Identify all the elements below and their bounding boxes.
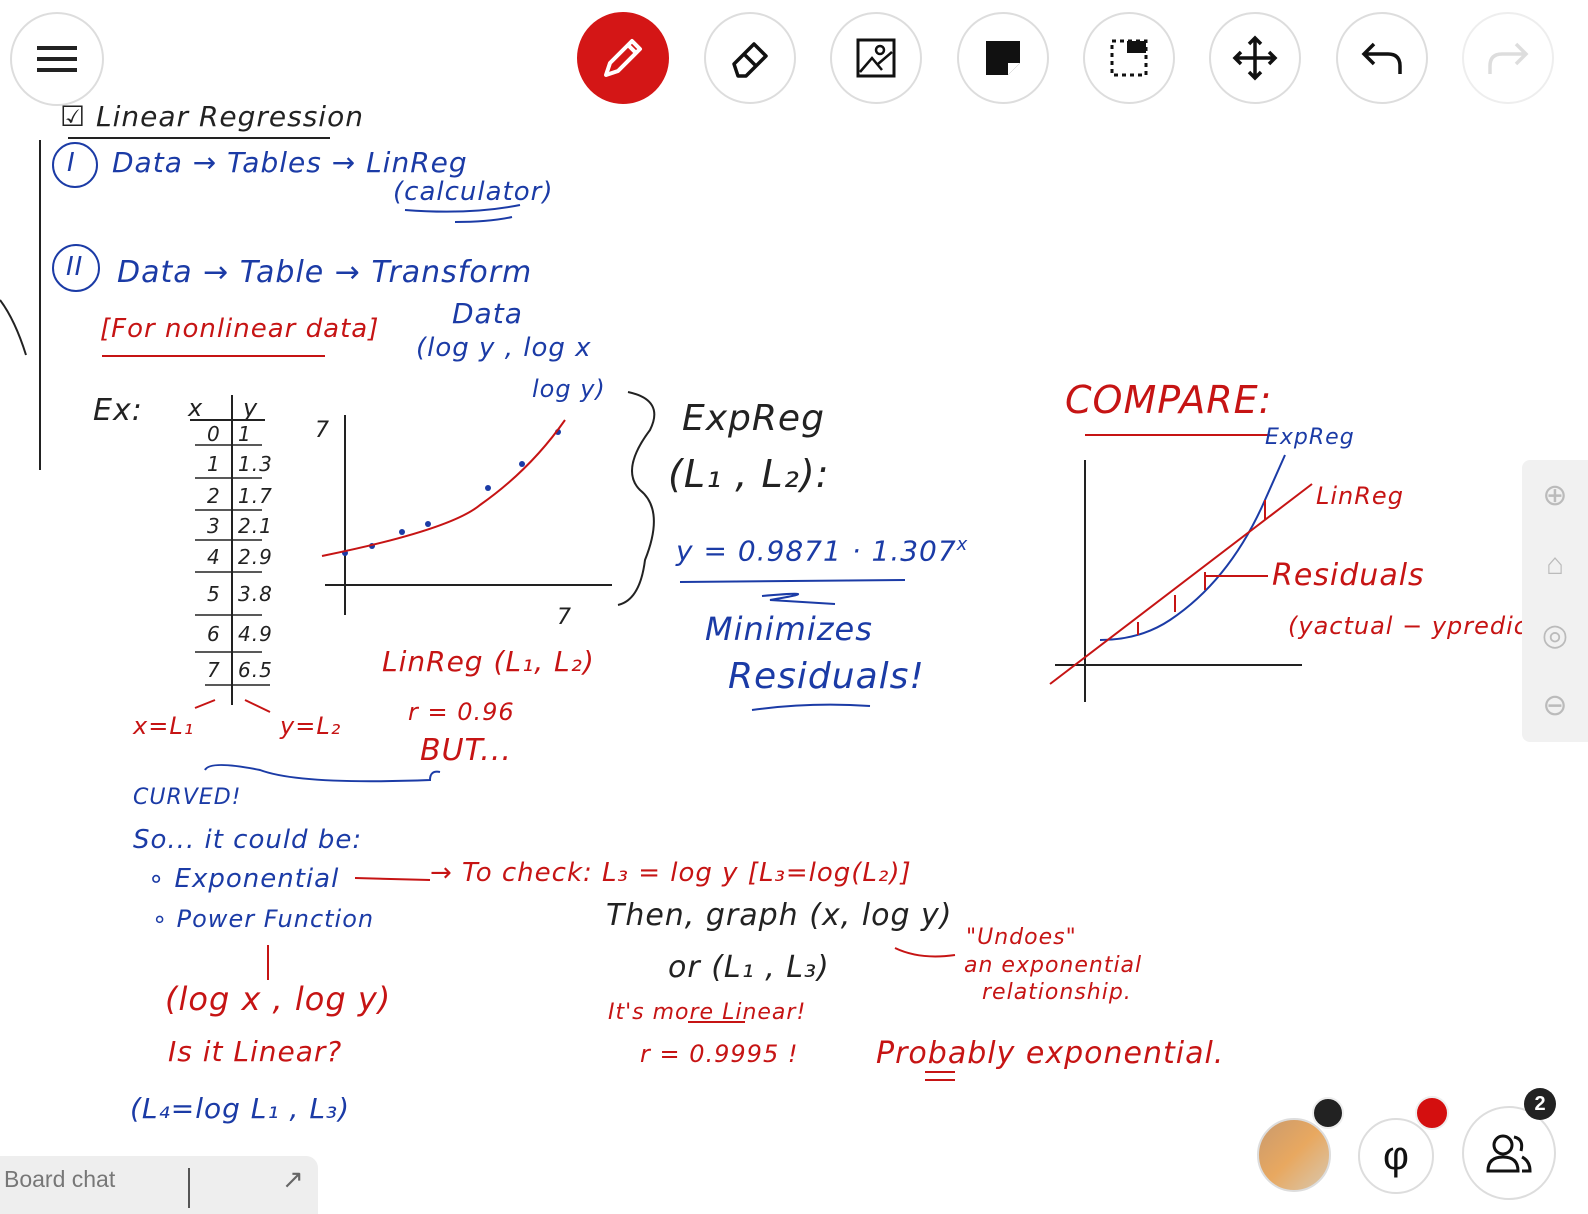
- linreg-label: LinReg (L₁, L₂): [382, 645, 595, 678]
- curved-label: CURVED!: [133, 785, 242, 810]
- stroke: [0, 299, 27, 356]
- note-logs2: log y): [532, 375, 606, 403]
- note-roman-1: I: [67, 148, 76, 178]
- expreg-args: (L₁ , L₂):: [668, 452, 830, 496]
- note-nonlinear: [For nonlinear data]: [100, 314, 380, 344]
- undoes-3: relationship.: [982, 980, 1132, 1005]
- table-cell-y: 3.8: [238, 582, 273, 606]
- notification-dot: [1415, 1096, 1449, 1130]
- zoom-reset-icon[interactable]: ◎: [1522, 600, 1588, 670]
- participants-button[interactable]: [1462, 1106, 1556, 1200]
- avatar[interactable]: [1257, 1118, 1331, 1192]
- expreg-curve: [1099, 454, 1286, 641]
- minimizes: Minimizes: [705, 610, 873, 648]
- compare-linreg-label: LinReg: [1316, 482, 1404, 510]
- note-logs: (log y , log x: [416, 333, 592, 363]
- users-icon: [1486, 1134, 1532, 1173]
- to-check: → To check: L₃ = log y [L₃=log(L₂)]: [430, 858, 912, 888]
- log-x-log-y: (log x , log y): [165, 980, 392, 1018]
- ex-label: Ex:: [93, 393, 143, 428]
- r-value-1: r = 0.96: [408, 698, 515, 726]
- then-graph: Then, graph (x, log y): [606, 898, 953, 933]
- probably-exponential: Probably exponential.: [876, 1036, 1225, 1071]
- note-roman-2: II: [66, 252, 84, 282]
- graph-y-tick: 7: [315, 418, 330, 443]
- more-linear: It's more Linear!: [608, 1000, 807, 1025]
- option-power: ∘ Power Function: [152, 905, 375, 933]
- table-cell-y: 2.1: [238, 514, 273, 538]
- option-exponential: ∘ Exponential: [148, 864, 340, 894]
- but-label: BUT...: [420, 733, 512, 768]
- r-value-2: r = 0.9995 !: [640, 1040, 799, 1068]
- table-cell-y: 1.3: [238, 452, 273, 476]
- or-l1-l3: or (L₁ , L₃): [668, 950, 830, 985]
- table-header-y: y: [243, 394, 259, 422]
- compare-expreg-label: ExpReg: [1265, 425, 1355, 450]
- graph-x-tick: 7: [557, 605, 572, 630]
- zoom-out-icon[interactable]: ⊖: [1522, 670, 1588, 740]
- brace: [617, 391, 656, 606]
- undoes-1: "Undoes": [966, 925, 1077, 950]
- curved-arrow: [204, 764, 441, 783]
- whiteboard-canvas[interactable]: [0, 0, 1588, 1214]
- table-cell-x: 5: [207, 582, 221, 606]
- y-l2: y=L₂: [280, 712, 342, 740]
- status-dot: [1312, 1097, 1344, 1129]
- phi-icon: φ: [1383, 1133, 1409, 1178]
- regression-equation: y = 0.9871 · 1.307x: [676, 534, 969, 568]
- table-cell-y: 1: [238, 422, 252, 446]
- could-be: So... it could be:: [133, 825, 363, 855]
- scatter-points: [342, 429, 561, 556]
- zoom-in-icon[interactable]: ⊕: [1522, 460, 1588, 530]
- compare-title: COMPARE:: [1065, 378, 1273, 422]
- expand-icon[interactable]: ↗: [282, 1164, 304, 1195]
- compare-residuals-label: Residuals: [1272, 558, 1425, 593]
- table-cell-x: 3: [207, 514, 221, 538]
- table-cell-y: 1.7: [238, 484, 273, 508]
- x-l1: x=L₁: [133, 712, 195, 740]
- participants-count-badge: 2: [1524, 1088, 1556, 1120]
- table-cell-x: 2: [207, 484, 221, 508]
- note-data: Data: [452, 297, 523, 330]
- zoom-controls: ⊕ ⌂ ◎ ⊖: [1522, 460, 1588, 742]
- home-icon[interactable]: ⌂: [1522, 530, 1588, 600]
- note-calculator: (calculator): [393, 177, 554, 207]
- table-cell-x: 1: [207, 452, 221, 476]
- undoes-2: an exponential: [964, 953, 1143, 978]
- is-it-linear: Is it Linear?: [168, 1035, 343, 1068]
- table-cell-x: 0: [207, 422, 221, 446]
- table-cell-x: 6: [207, 622, 221, 646]
- note-title: ☑ Linear Regression: [60, 100, 364, 133]
- board-chat[interactable]: Board chat ↗: [0, 1156, 318, 1214]
- note-item1: Data → Tables → LinReg: [112, 146, 468, 179]
- divider: [188, 1168, 190, 1208]
- residuals: Residuals!: [728, 656, 925, 697]
- board-chat-label: Board chat: [4, 1166, 116, 1192]
- formula-button[interactable]: φ: [1358, 1118, 1434, 1194]
- note-item2: Data → Table → Transform: [117, 255, 533, 290]
- table-cell-y: 2.9: [238, 545, 273, 569]
- table-cell-x: 4: [207, 545, 221, 569]
- expreg-title: ExpReg: [682, 398, 825, 439]
- l4-def: (L₄=log L₁ , L₃): [130, 1092, 351, 1125]
- table-cell-y: 4.9: [238, 622, 273, 646]
- table-header-x: x: [188, 394, 204, 422]
- expreg-fit-curve: [321, 419, 566, 557]
- table-cell-y: 6.5: [238, 658, 273, 682]
- table-cell-x: 7: [207, 658, 221, 682]
